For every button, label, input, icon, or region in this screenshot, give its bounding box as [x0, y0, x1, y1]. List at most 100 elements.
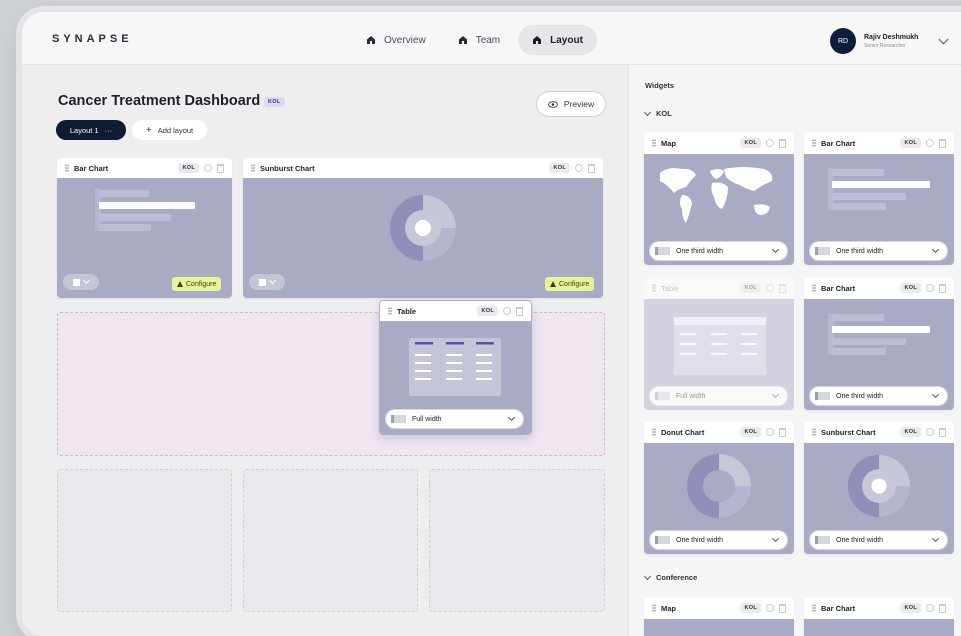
avatar: RD: [830, 28, 856, 54]
width-select[interactable]: One third width: [649, 530, 788, 550]
drag-handle-icon[interactable]: [388, 307, 392, 315]
section-header-conference[interactable]: Conference: [643, 572, 697, 582]
more-icon[interactable]: ···: [105, 126, 113, 135]
bar-mark: [832, 314, 884, 321]
widget-bar-chart[interactable]: Bar Chart KOL: [804, 597, 954, 636]
drag-handle-icon[interactable]: [251, 164, 255, 172]
trash-icon[interactable]: [939, 283, 946, 293]
width-toggle[interactable]: [249, 274, 285, 290]
widget-bar-chart[interactable]: Bar Chart KOL One third width: [804, 132, 954, 265]
settings-icon[interactable]: [926, 604, 934, 612]
nav-overview[interactable]: Overview: [352, 25, 440, 55]
widget-map[interactable]: Map KOL: [644, 132, 794, 265]
trash-icon[interactable]: [217, 163, 224, 173]
add-layout-label: Add layout: [157, 125, 194, 135]
add-layout-button[interactable]: + Add layout: [132, 120, 207, 140]
trash-icon[interactable]: [939, 603, 946, 613]
bar-mark: [832, 181, 930, 188]
trash-icon[interactable]: [939, 138, 946, 148]
drag-handle-icon[interactable]: [812, 428, 816, 436]
brand-logo: SYNAPSE: [52, 33, 133, 45]
section-header-kol[interactable]: KOL: [643, 108, 672, 118]
bar-chart-card[interactable]: Bar Chart KOL Configure: [57, 158, 232, 298]
nav-layout[interactable]: Layout: [518, 25, 597, 55]
trash-icon[interactable]: [779, 138, 786, 148]
drag-handle-icon[interactable]: [812, 284, 816, 292]
widget-map[interactable]: Map KOL: [644, 597, 794, 636]
preview-button[interactable]: Preview: [536, 91, 606, 117]
trash-icon[interactable]: [588, 163, 595, 173]
settings-icon[interactable]: [926, 284, 934, 292]
widget-table-placeholder[interactable]: Table KOL Full width: [644, 277, 794, 410]
chevron-down-icon: [931, 390, 940, 399]
width-select-value: One third width: [836, 247, 884, 255]
settings-icon[interactable]: [204, 164, 212, 172]
width-select[interactable]: One third width: [649, 241, 788, 261]
width-select[interactable]: One third width: [809, 530, 948, 550]
kol-badge: KOL: [740, 283, 761, 293]
empty-slot[interactable]: [243, 469, 418, 612]
panel-title: Widgets: [645, 81, 675, 90]
widget-title: Bar Chart: [821, 603, 856, 613]
widget-title: Map: [661, 603, 676, 613]
empty-slot[interactable]: [57, 469, 232, 612]
main-nav: Overview Team Layout: [352, 25, 597, 55]
dragging-table-card[interactable]: Table KOL Full width: [379, 300, 532, 435]
chevron-down-icon: [771, 245, 780, 254]
trash-icon[interactable]: [939, 427, 946, 437]
settings-icon[interactable]: [766, 428, 774, 436]
width-select[interactable]: One third width: [809, 241, 948, 261]
drag-handle-icon[interactable]: [652, 139, 656, 147]
settings-icon[interactable]: [575, 164, 583, 172]
drag-handle-icon[interactable]: [652, 428, 656, 436]
empty-slot[interactable]: [429, 469, 605, 612]
drag-handle-icon[interactable]: [652, 284, 656, 292]
nav-team[interactable]: Team: [444, 25, 514, 55]
drag-handle-icon[interactable]: [652, 604, 656, 612]
home-icon: [458, 36, 467, 44]
kol-badge: KOL: [477, 306, 498, 316]
widget-donut-chart[interactable]: Donut Chart KOL One third width: [644, 421, 794, 554]
configure-button[interactable]: Configure: [545, 277, 595, 291]
settings-icon[interactable]: [766, 139, 774, 147]
kol-badge: KOL: [900, 427, 921, 437]
trash-icon[interactable]: [779, 283, 786, 293]
sunburst-chart-card[interactable]: Sunburst Chart KOL Configure: [243, 158, 603, 298]
one-third-width-icon: [815, 392, 830, 400]
settings-icon[interactable]: [503, 307, 511, 315]
trash-icon[interactable]: [516, 306, 523, 316]
width-select-value: One third width: [836, 392, 884, 400]
width-select[interactable]: Full width: [649, 386, 788, 406]
widgets-panel: Widgets KOL 3 Map KOL: [628, 65, 961, 636]
width-select[interactable]: Full width: [385, 409, 524, 429]
settings-icon[interactable]: [766, 604, 774, 612]
nav-label: Overview: [384, 34, 426, 46]
chevron-down-icon[interactable]: [938, 34, 949, 45]
settings-icon[interactable]: [766, 284, 774, 292]
configure-button[interactable]: Configure: [172, 277, 222, 291]
layout-tab-active[interactable]: Layout 1 ···: [56, 120, 126, 140]
widget-title: Sunburst Chart: [821, 427, 876, 437]
width-toggle[interactable]: [63, 274, 99, 290]
drag-handle-icon[interactable]: [65, 164, 69, 172]
bar-mark: [832, 203, 886, 210]
warning-icon: [177, 281, 183, 287]
width-select[interactable]: One third width: [809, 386, 948, 406]
configure-label: Configure: [559, 280, 590, 288]
chevron-down-icon: [643, 108, 652, 116]
trash-icon[interactable]: [779, 427, 786, 437]
settings-icon[interactable]: [926, 428, 934, 436]
drag-handle-icon[interactable]: [812, 604, 816, 612]
trash-icon[interactable]: [779, 603, 786, 613]
user-menu[interactable]: RD Rajiv Deshmukh Senior Researcher: [830, 28, 918, 54]
bar-chart-preview: [804, 619, 954, 636]
table-graphic: [409, 338, 501, 396]
settings-icon[interactable]: [926, 139, 934, 147]
widget-sunburst-chart[interactable]: Sunburst Chart KOL One third width: [804, 421, 954, 554]
chevron-down-icon: [771, 390, 780, 399]
one-third-width-icon: [815, 536, 830, 544]
width-select-value: One third width: [676, 536, 724, 544]
user-role: Senior Researcher: [864, 42, 906, 49]
drag-handle-icon[interactable]: [812, 139, 816, 147]
widget-bar-chart[interactable]: Bar Chart KOL One third width: [804, 277, 954, 410]
